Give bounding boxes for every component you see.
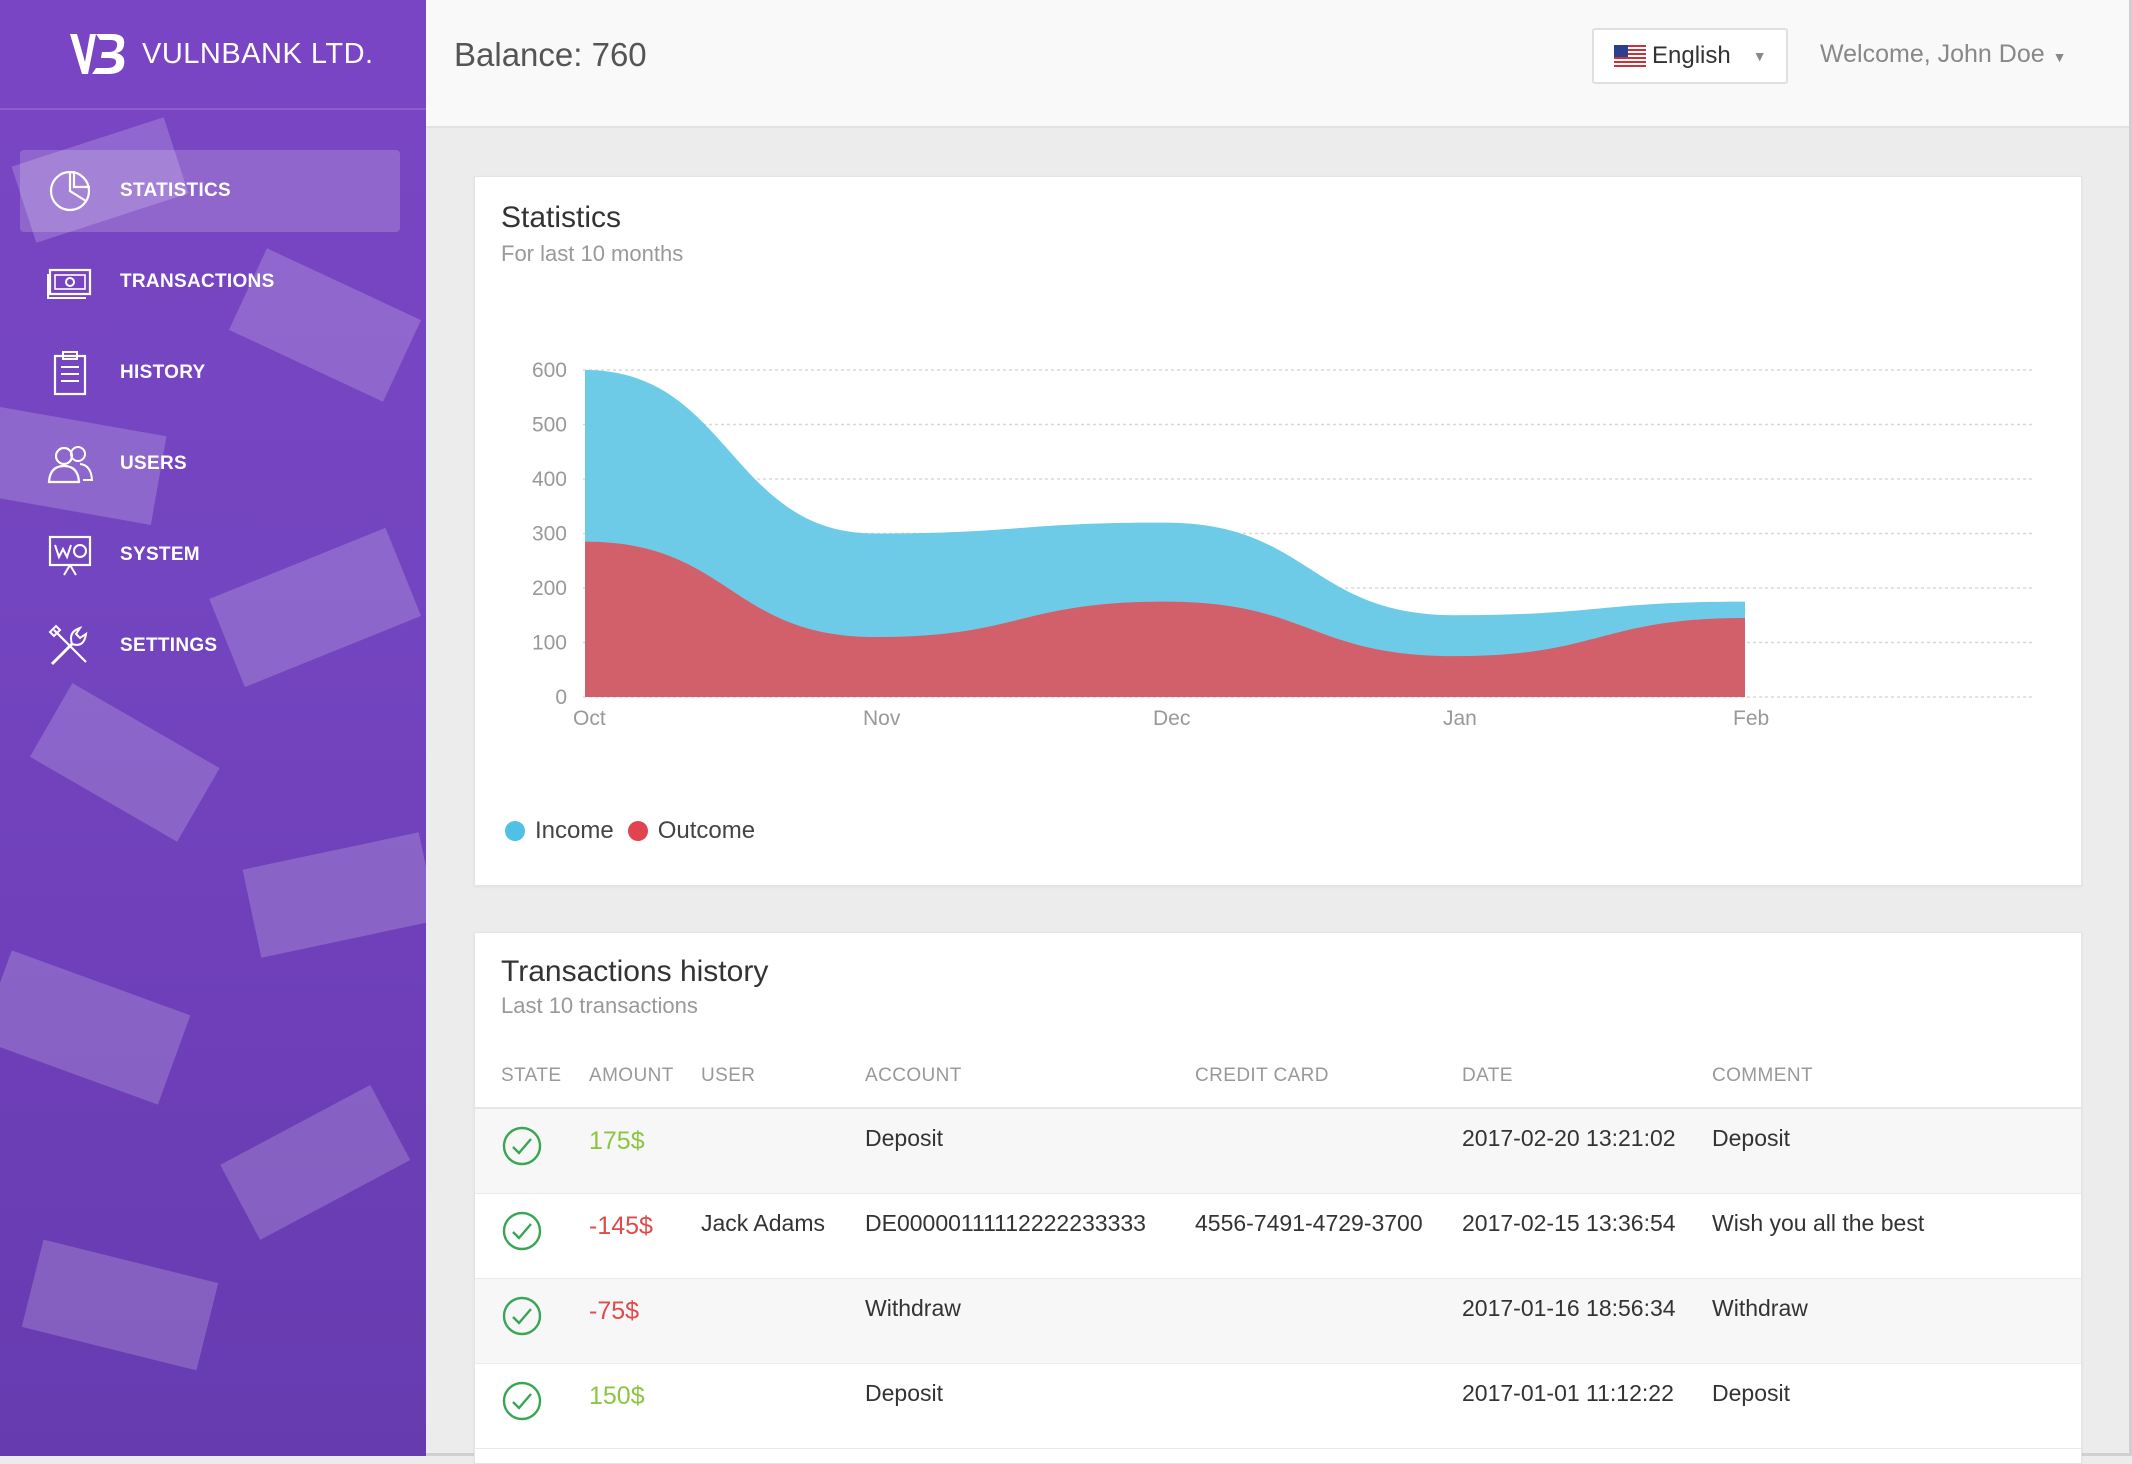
y-tick-label: 0	[555, 686, 567, 709]
legend-item-income[interactable]: Income	[505, 817, 614, 845]
user-cell: Jack Adams	[701, 1210, 825, 1237]
account-cell: Deposit	[865, 1380, 943, 1407]
credit-card-cell: 4556-7491-4729-3700	[1195, 1210, 1423, 1237]
top-header: Balance: 760 English ▼ Welcome, John Doe…	[426, 0, 2129, 128]
brand-name: VULNBANK LTD.	[142, 38, 374, 71]
account-cell: Deposit	[865, 1125, 943, 1152]
history-title: Transactions history	[501, 955, 768, 989]
legend-label: Outcome	[658, 817, 755, 845]
comment-cell: Withdraw	[1712, 1295, 1808, 1322]
clipboard-icon	[46, 349, 94, 397]
y-tick-label: 600	[532, 359, 567, 382]
column-header-comment: COMMENT	[1712, 1065, 1813, 1087]
sidebar: VULNBANK LTD. STATISTICS TRANSACTIONS	[0, 0, 426, 1456]
users-icon	[46, 440, 94, 488]
account-cell: DE00000111112222233333	[865, 1210, 1146, 1237]
y-tick-label: 100	[532, 632, 567, 655]
comment-cell: Deposit	[1712, 1380, 1790, 1407]
language-select[interactable]: English ▼	[1592, 28, 1788, 84]
pie-chart-icon	[46, 167, 94, 215]
table-row[interactable]: -75$ Withdraw 2017-01-16 18:56:34 Withdr…	[475, 1279, 2081, 1364]
sidebar-item-settings[interactable]: SETTINGS	[20, 605, 400, 687]
sidebar-item-label: HISTORY	[120, 362, 206, 384]
table-row[interactable]: -145$ Jack Adams DE00000111112222233333 …	[475, 1194, 2081, 1279]
date-cell: 2017-02-15 13:36:54	[1462, 1210, 1676, 1237]
y-tick-label: 400	[532, 468, 567, 491]
column-header-credit-card: CREDIT CARD	[1195, 1065, 1329, 1087]
sidebar-item-users[interactable]: USERS	[20, 423, 400, 505]
comment-cell: Deposit	[1712, 1125, 1790, 1152]
column-header-user: USER	[701, 1065, 755, 1087]
sidebar-item-label: USERS	[120, 453, 187, 475]
column-header-state: STATE	[501, 1065, 561, 1087]
sidebar-item-system[interactable]: SYSTEM	[20, 514, 400, 596]
statistics-chart: 0 100 200 300 400 500 600 Oct Nov Dec Jan Feb	[475, 177, 2081, 797]
sidebar-item-history[interactable]: HISTORY	[20, 332, 400, 414]
user-menu[interactable]: Welcome, John Doe ▼	[1820, 40, 2067, 69]
legend-item-outcome[interactable]: Outcome	[628, 817, 755, 845]
sidebar-item-label: SYSTEM	[120, 544, 200, 566]
y-tick-label: 500	[532, 414, 567, 437]
amount-cell: 150$	[589, 1382, 645, 1411]
amount-cell: -75$	[589, 1297, 639, 1326]
sidebar-nav: STATISTICS TRANSACTIONS HISTORY	[0, 150, 426, 696]
banknote-icon	[46, 258, 94, 306]
check-circle-icon	[501, 1210, 543, 1252]
column-header-amount: AMOUNT	[589, 1065, 674, 1087]
check-circle-icon	[501, 1380, 543, 1422]
check-circle-icon	[501, 1125, 543, 1167]
history-subtitle: Last 10 transactions	[501, 993, 698, 1019]
table-row[interactable]: 150$ Deposit 2017-01-01 11:12:22 Deposit	[475, 1364, 2081, 1449]
brand-header: VULNBANK LTD.	[0, 0, 426, 110]
table-row[interactable]: 175$ Deposit 2017-02-20 13:21:02 Deposit	[475, 1109, 2081, 1194]
chart-legend: Income Outcome	[505, 817, 769, 845]
comment-cell: Wish you all the best	[1712, 1210, 1924, 1237]
balance-display: Balance: 760	[454, 36, 647, 74]
presentation-board-icon	[46, 531, 94, 579]
y-tick-label: 200	[532, 577, 567, 600]
sidebar-item-label: STATISTICS	[120, 180, 231, 202]
language-label: English	[1652, 42, 1731, 70]
amount-cell: -145$	[589, 1212, 653, 1241]
sidebar-item-transactions[interactable]: TRANSACTIONS	[20, 241, 400, 323]
x-tick-label: Feb	[1733, 707, 1769, 730]
column-header-account: ACCOUNT	[865, 1065, 962, 1087]
vb-logo-icon	[66, 28, 132, 80]
legend-label: Income	[535, 817, 614, 845]
chevron-down-icon: ▼	[1753, 48, 1767, 64]
date-cell: 2017-01-01 11:12:22	[1462, 1380, 1674, 1407]
welcome-label: Welcome, John Doe	[1820, 40, 2045, 68]
chevron-down-icon: ▼	[2053, 49, 2067, 65]
x-tick-label: Dec	[1153, 707, 1190, 730]
legend-dot-outcome	[628, 821, 648, 841]
sidebar-item-statistics[interactable]: STATISTICS	[20, 150, 400, 232]
sidebar-item-label: SETTINGS	[120, 635, 217, 657]
sidebar-item-label: TRANSACTIONS	[120, 271, 275, 293]
account-cell: Withdraw	[865, 1295, 961, 1322]
date-cell: 2017-02-20 13:21:02	[1462, 1125, 1676, 1152]
column-header-date: DATE	[1462, 1065, 1513, 1087]
x-tick-label: Jan	[1443, 707, 1477, 730]
amount-cell: 175$	[589, 1127, 645, 1156]
us-flag-icon	[1614, 45, 1646, 67]
tools-icon	[46, 622, 94, 670]
check-circle-icon	[501, 1295, 543, 1337]
y-tick-label: 300	[532, 523, 567, 546]
legend-dot-income	[505, 821, 525, 841]
x-tick-label: Oct	[573, 707, 606, 730]
date-cell: 2017-01-16 18:56:34	[1462, 1295, 1676, 1322]
transactions-history-card: Transactions history Last 10 transaction…	[474, 932, 2082, 1464]
statistics-card: Statistics For last 10 months 0100200300…	[474, 176, 2082, 886]
x-tick-label: Nov	[863, 707, 901, 730]
